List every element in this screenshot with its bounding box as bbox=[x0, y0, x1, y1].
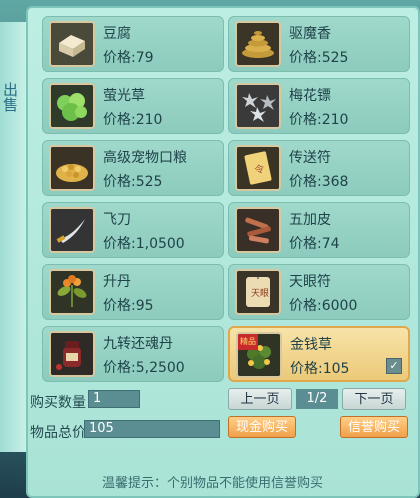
total-price-field: 105 bbox=[84, 420, 220, 438]
pet-food-icon bbox=[49, 145, 95, 191]
item-slot-glowing-herb[interactable]: 萤光草 价格:210 bbox=[42, 78, 224, 134]
item-name: 五加皮 bbox=[289, 212, 331, 228]
item-name: 萤光草 bbox=[103, 88, 145, 104]
item-price: 价格:525 bbox=[103, 174, 163, 190]
money-grass-icon: 精品 bbox=[236, 332, 282, 378]
item-price: 价格:5,2500 bbox=[103, 360, 185, 376]
sell-side-tab[interactable]: 出售 bbox=[0, 22, 28, 452]
item-slot-teleport-scroll[interactable]: 令 传送符 价格:368 bbox=[228, 140, 410, 196]
item-name: 驱魔香 bbox=[289, 26, 331, 42]
premium-badge: 精品 bbox=[238, 334, 258, 350]
glowing-herb-icon bbox=[49, 83, 95, 129]
elixir-herb-icon bbox=[49, 269, 95, 315]
item-name: 飞刀 bbox=[103, 212, 131, 228]
item-slot-incense[interactable]: 驱魔香 价格:525 bbox=[228, 16, 410, 72]
selected-check-icon[interactable]: ✓ bbox=[386, 358, 402, 374]
shop-panel: 豆腐 价格:79 驱魔香 价格:525 萤光草 价格:210 梅花镖 价格:21… bbox=[26, 6, 420, 498]
flying-knife-icon bbox=[49, 207, 95, 253]
item-name: 豆腐 bbox=[103, 26, 131, 42]
item-price: 价格:210 bbox=[103, 112, 163, 128]
item-price: 价格:79 bbox=[103, 50, 154, 66]
item-price: 价格:1,0500 bbox=[103, 236, 185, 252]
item-price: 价格:525 bbox=[289, 50, 349, 66]
item-name: 九转还魂丹 bbox=[103, 336, 173, 352]
item-slot-money-grass[interactable]: 精品 金钱草 价格:105 ✓ bbox=[228, 326, 410, 382]
prev-page-button[interactable]: 上一页 bbox=[228, 388, 292, 410]
tofu-icon bbox=[49, 21, 95, 67]
item-name: 传送符 bbox=[289, 150, 331, 166]
item-price: 价格:105 bbox=[290, 361, 350, 377]
item-name: 天眼符 bbox=[289, 274, 331, 290]
item-slot-shuriken[interactable]: 梅花镖 价格:210 bbox=[228, 78, 410, 134]
teleport-scroll-icon: 令 bbox=[235, 145, 281, 191]
pill-jar-icon bbox=[49, 331, 95, 377]
cash-buy-button[interactable]: 现金购买 bbox=[228, 416, 296, 438]
tip-text: 温馨提示：个别物品不能使用信誉购买 bbox=[102, 476, 324, 491]
svg-text:天眼: 天眼 bbox=[251, 288, 269, 299]
sell-tab-label: 出售 bbox=[1, 82, 19, 112]
item-slot-bark-herb[interactable]: 五加皮 价格:74 bbox=[228, 202, 410, 258]
item-slot-eye-talisman[interactable]: 天眼 天眼符 价格:6000 bbox=[228, 264, 410, 320]
page-indicator: 1/2 bbox=[296, 389, 338, 409]
item-price: 价格:6000 bbox=[289, 298, 358, 314]
item-slot-tofu[interactable]: 豆腐 价格:79 bbox=[42, 16, 224, 72]
item-name: 金钱草 bbox=[290, 337, 332, 353]
bark-herb-icon bbox=[235, 207, 281, 253]
total-price-label: 物品总价 bbox=[30, 425, 86, 441]
item-price: 价格:95 bbox=[103, 298, 154, 314]
eye-talisman-icon: 天眼 bbox=[235, 269, 281, 315]
item-price: 价格:210 bbox=[289, 112, 349, 128]
item-name: 升丹 bbox=[103, 274, 131, 290]
item-slot-pill-jar[interactable]: 九转还魂丹 价格:5,2500 bbox=[42, 326, 224, 382]
incense-coil-icon bbox=[235, 21, 281, 67]
item-price: 价格:368 bbox=[289, 174, 349, 190]
next-page-button[interactable]: 下一页 bbox=[342, 388, 406, 410]
item-slot-flying-knife[interactable]: 飞刀 价格:1,0500 bbox=[42, 202, 224, 258]
credit-buy-button[interactable]: 信誉购买 bbox=[340, 416, 408, 438]
quantity-label: 购买数量 bbox=[30, 395, 86, 411]
item-name: 梅花镖 bbox=[289, 88, 331, 104]
quantity-input[interactable]: 1 bbox=[88, 390, 140, 408]
item-name: 高级宠物口粮 bbox=[103, 150, 187, 166]
shuriken-icon bbox=[235, 83, 281, 129]
item-slot-pet-food[interactable]: 高级宠物口粮 价格:525 bbox=[42, 140, 224, 196]
item-slot-elixir-herb[interactable]: 升丹 价格:95 bbox=[42, 264, 224, 320]
item-price: 价格:74 bbox=[289, 236, 340, 252]
